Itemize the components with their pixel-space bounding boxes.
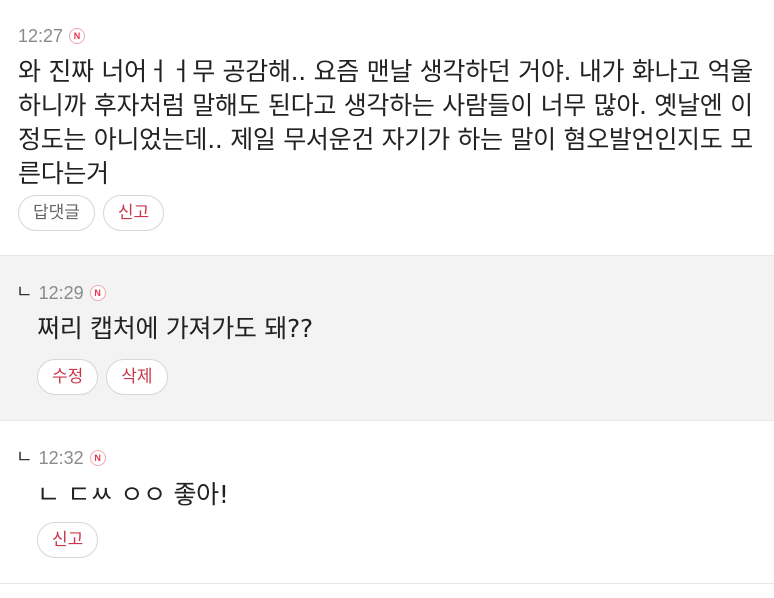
comment-time: 12:29 (38, 283, 84, 303)
comment-time: 12:32 (38, 448, 84, 468)
new-badge-icon: N (89, 450, 106, 466)
reply-arrow-icon: ㄴ (16, 447, 33, 468)
comment-meta: ㄴ 12:29 N (16, 281, 106, 305)
report-button[interactable]: 신고 (37, 522, 99, 558)
comment-time: 12:27 (18, 26, 64, 46)
reply-button[interactable]: 답댓글 (18, 195, 95, 231)
comment-thread: 12:27 N 와 진짜 너어ㅓㅓ무 공감해.. 요즘 맨날 생각하던 거야. … (0, 0, 774, 598)
comment-meta: 12:27 N (18, 24, 86, 48)
new-badge-icon: N (89, 285, 106, 301)
report-button[interactable]: 신고 (102, 195, 165, 231)
comment-body: 쩌리 캡처에 가져가도 돼?? (37, 314, 313, 343)
comment-actions: 수정 삭제 (37, 359, 176, 395)
edit-button[interactable]: 수정 (37, 359, 99, 395)
comment-actions: 답댓글 신고 (18, 195, 172, 231)
comment-actions: 신고 (37, 522, 106, 558)
delete-button[interactable]: 삭제 (106, 359, 168, 395)
reply-comment-item: ㄴ 12:32 N ㄴ ㄷㅆ ㅇㅇ 좋아! 신고 (0, 421, 774, 584)
comment-body: 와 진짜 너어ㅓㅓ무 공감해.. 요즘 맨날 생각하던 거야. 내가 화나고 억… (18, 57, 754, 188)
new-badge-icon: N (69, 28, 86, 44)
comment-meta: ㄴ 12:32 N (16, 446, 106, 470)
comment-item: 12:27 N 와 진짜 너어ㅓㅓ무 공감해.. 요즘 맨날 생각하던 거야. … (0, 0, 774, 256)
reply-comment-item: ㄴ 12:29 N 쩌리 캡처에 가져가도 돼?? 수정 삭제 (0, 256, 774, 421)
comment-body: ㄴ ㄷㅆ ㅇㅇ 좋아! (37, 480, 229, 509)
reply-arrow-icon: ㄴ (16, 282, 33, 303)
